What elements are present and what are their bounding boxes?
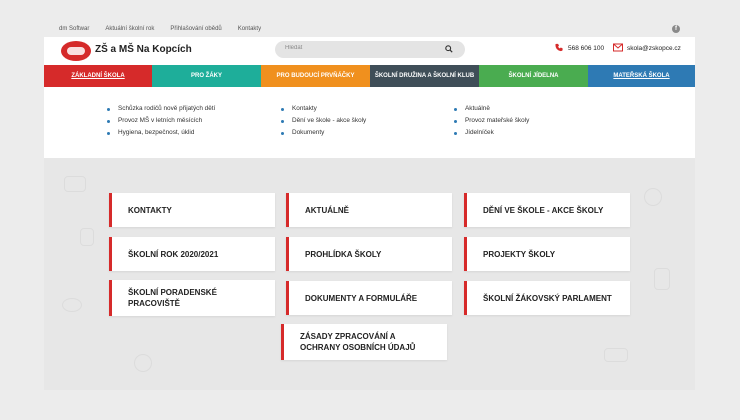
quick-link-deni-ve-skole[interactable]: DĚNÍ VE ŠKOLE - AKCE ŠKOLY: [464, 193, 630, 227]
submenu-link[interactable]: Schůzka rodičů nově přijatých dětí: [107, 103, 215, 115]
background-doodle: [604, 348, 628, 362]
quick-link-aktualne[interactable]: AKTUÁLNĚ: [286, 193, 452, 227]
background-doodle: [80, 228, 94, 246]
quick-link-zakovsky-parlament[interactable]: ŠKOLNÍ ŽÁKOVSKÝ PARLAMENT: [464, 281, 630, 315]
background-doodle: [62, 298, 82, 312]
search-box: [275, 41, 465, 58]
submenu-link[interactable]: Jídelníček: [454, 127, 529, 139]
submenu-link[interactable]: Kontakty: [281, 103, 366, 115]
search-icon[interactable]: [445, 45, 453, 53]
nav-item-materska-skola[interactable]: Mateřská škola: [588, 65, 695, 91]
submenu-link[interactable]: Dění ve škole - akce školy: [281, 115, 366, 127]
nav-item-pro-budouci-prvnacky[interactable]: Pro budoucí prvňáčky: [261, 65, 370, 87]
phone-icon: [555, 43, 563, 52]
top-links-bar: dm Softwar Aktuální školní rok Přihlašov…: [44, 22, 695, 36]
email-address[interactable]: skola@zskopce.cz: [627, 45, 681, 52]
nav-item-pro-zaky[interactable]: Pro žáky: [152, 65, 261, 87]
site-title[interactable]: ZŠ a MŠ Na Kopcích: [95, 44, 192, 55]
school-logo[interactable]: [61, 41, 91, 61]
facebook-icon[interactable]: f: [672, 25, 680, 33]
quick-link-gdpr[interactable]: ZÁSADY ZPRACOVÁNÍ A OCHRANY OSOBNÍCH ÚDA…: [281, 324, 447, 360]
submenu-link[interactable]: Aktuálně: [454, 103, 529, 115]
phone-number[interactable]: 568 606 100: [568, 45, 604, 52]
quick-link-projekty-skoly[interactable]: PROJEKTY ŠKOLY: [464, 237, 630, 271]
background-doodle: [644, 188, 662, 206]
mail-icon: [613, 43, 623, 52]
submenu-link[interactable]: Provoz MŠ v letních měsících: [107, 115, 215, 127]
nav-item-skolni-jidelna[interactable]: Školní jídelna: [479, 65, 588, 87]
nav-item-skolni-druzina[interactable]: Školní družina a školní klub: [370, 65, 479, 87]
site-header: ZŠ a MŠ Na Kopcích 568 606 100 skola@zsk…: [44, 37, 695, 64]
background-doodle: [654, 268, 670, 290]
submenu-link[interactable]: Dokumenty: [281, 127, 366, 139]
submenu-link[interactable]: Hygiena, bezpečnost, úklid: [107, 127, 215, 139]
nav-item-zakladni-skola[interactable]: Základní škola: [44, 65, 152, 87]
background-doodle: [64, 176, 86, 192]
quick-link-prohlidka-skoly[interactable]: PROHLÍDKA ŠKOLY: [286, 237, 452, 271]
quick-link-skolni-rok[interactable]: ŠKOLNÍ ROK 2020/2021: [109, 237, 275, 271]
submenu-column-2: Kontakty Dění ve škole - akce školy Doku…: [281, 103, 366, 139]
search-input[interactable]: [285, 45, 435, 51]
submenu-column-3: Aktuálně Provoz mateřské školy Jídelníče…: [454, 103, 529, 139]
topbar-link-school-year[interactable]: Aktuální školní rok: [105, 26, 154, 32]
background-doodle: [134, 354, 152, 372]
topbar-link-software[interactable]: dm Softwar: [59, 26, 89, 32]
topbar-link-contacts[interactable]: Kontakty: [238, 26, 261, 32]
quick-link-dokumenty-a-formulare[interactable]: DOKUMENTY A FORMULÁŘE: [286, 281, 452, 315]
school-website: ZŠ a MŠ Na Kopcích 568 606 100 skola@zsk…: [44, 37, 695, 390]
submenu-link[interactable]: Provoz mateřské školy: [454, 115, 529, 127]
main-navigation: Základní škola Pro žáky Pro budoucí prvň…: [44, 65, 695, 91]
submenu-column-1: Schůzka rodičů nově přijatých dětí Provo…: [107, 103, 215, 139]
quick-link-poradenske-pracoviste[interactable]: ŠKOLNÍ PORADENSKÉ PRACOVIŠTĚ: [109, 280, 275, 316]
quick-links-area: KONTAKTY AKTUÁLNĚ DĚNÍ VE ŠKOLE - AKCE Š…: [44, 158, 695, 390]
quick-link-kontakty[interactable]: KONTAKTY: [109, 193, 275, 227]
topbar-link-lunch-login[interactable]: Přihlašování obědů: [170, 26, 221, 32]
mega-menu: Schůzka rodičů nově přijatých dětí Provo…: [44, 87, 695, 158]
